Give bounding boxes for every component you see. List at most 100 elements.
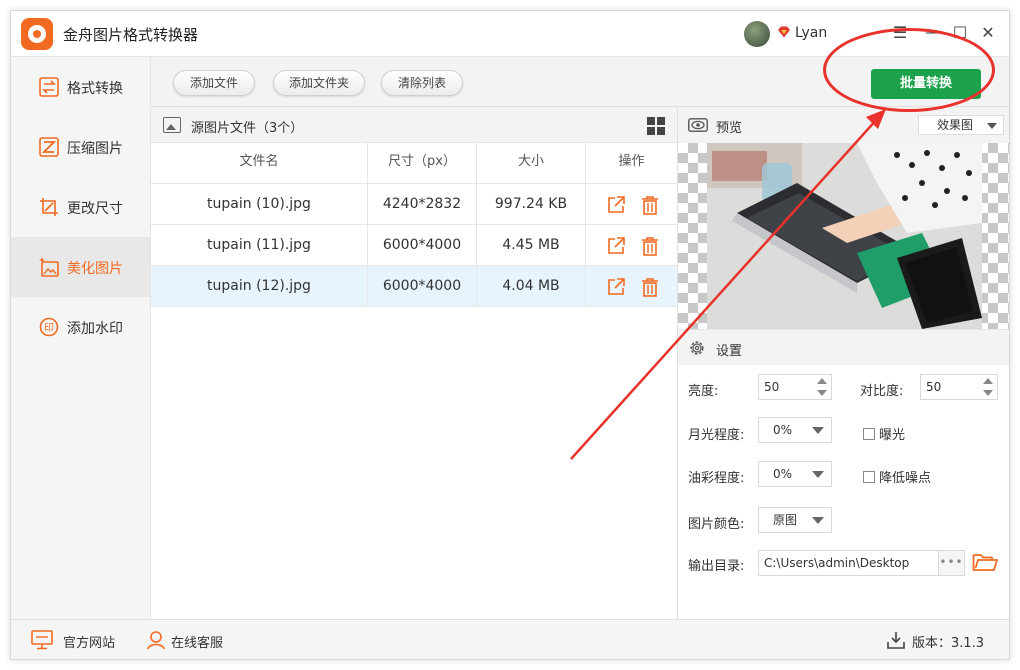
- row-actions: [586, 184, 677, 225]
- sidebar-item-format-convert[interactable]: 格式转换: [11, 57, 150, 117]
- add-folder-button[interactable]: 添加文件夹: [273, 70, 365, 96]
- contrast-value: 50: [926, 380, 942, 394]
- sidebar-item-watermark[interactable]: 印 添加水印: [11, 297, 150, 357]
- file-size: 4.45 MB: [477, 225, 586, 266]
- folder-icon[interactable]: [972, 551, 998, 573]
- preview-header: 预览 效果图: [678, 107, 1009, 143]
- status-bar: 官方网站 在线客服 版本：3.1.3: [11, 619, 1009, 659]
- moonlight-select[interactable]: 0%: [758, 417, 832, 443]
- file-name: tupain (12).jpg: [151, 266, 368, 307]
- file-dimensions: 6000*4000: [368, 266, 477, 307]
- format-convert-icon: [39, 77, 59, 97]
- settings-label: 设置: [716, 344, 743, 359]
- oil-label: 油彩程度:: [688, 471, 745, 486]
- delete-icon[interactable]: [640, 277, 660, 297]
- column-header: 文件名: [151, 143, 368, 183]
- color-select[interactable]: 原图: [758, 507, 832, 533]
- preview-mode-select[interactable]: 效果图: [918, 115, 1004, 135]
- username[interactable]: Lyan: [795, 25, 827, 41]
- toolbar: 添加文件 添加文件夹 清除列表 批量转换: [151, 57, 1009, 107]
- compress-icon: [39, 137, 59, 157]
- table-row[interactable]: tupain (10).jpg 4240*2832 997.24 KB: [151, 184, 677, 225]
- browse-more-button[interactable]: •••: [938, 551, 964, 575]
- maximize-button[interactable]: ☐: [947, 21, 973, 45]
- sidebar-item-label: 压缩图片: [67, 141, 123, 157]
- add-file-button[interactable]: 添加文件: [173, 70, 255, 96]
- beautify-icon: [39, 257, 59, 277]
- minimize-button[interactable]: —: [919, 21, 945, 45]
- sidebar: 格式转换 压缩图片 更改尺寸 美化图片 印 添加水印: [11, 57, 151, 619]
- files-header: 源图片文件（3个）: [151, 107, 677, 143]
- output-label: 输出目录:: [688, 559, 745, 574]
- table-row[interactable]: tupain (11).jpg 6000*4000 4.45 MB: [151, 225, 677, 266]
- open-external-icon[interactable]: [606, 236, 626, 256]
- batch-convert-button[interactable]: 批量转换: [871, 69, 981, 99]
- app-window: 金舟图片格式转换器 Lyan ☰ — ☐ ✕ 格式转换 压缩图片 更改尺寸 美化…: [10, 10, 1010, 660]
- column-header: 尺寸（px）: [368, 143, 477, 183]
- output-path-value: C:\Users\admin\Desktop: [764, 556, 910, 570]
- file-name: tupain (11).jpg: [151, 225, 368, 266]
- sidebar-item-label: 添加水印: [67, 321, 123, 337]
- sidebar-item-label: 更改尺寸: [67, 201, 123, 217]
- download-icon: [887, 632, 905, 649]
- menu-button[interactable]: ☰: [887, 21, 913, 45]
- preview-image: [707, 143, 982, 329]
- watermark-icon: 印: [39, 317, 59, 337]
- eye-icon: [688, 118, 708, 132]
- file-size: 997.24 KB: [477, 184, 586, 225]
- file-dimensions: 6000*4000: [368, 225, 477, 266]
- open-external-icon[interactable]: [606, 277, 626, 297]
- image-icon: [163, 117, 181, 133]
- sidebar-item-label: 美化图片: [67, 261, 123, 277]
- brightness-value: 50: [764, 380, 780, 394]
- sidebar-item-label: 格式转换: [67, 81, 123, 97]
- files-title: 源图片文件（3个）: [191, 121, 304, 136]
- exposure-label: 曝光: [879, 428, 906, 443]
- vip-diamond-icon: [778, 26, 790, 38]
- open-external-icon[interactable]: [606, 195, 626, 215]
- exposure-checkbox[interactable]: [863, 428, 875, 440]
- official-website-link[interactable]: 官方网站: [63, 632, 115, 651]
- sidebar-item-compress[interactable]: 压缩图片: [11, 117, 150, 177]
- resize-icon: [40, 198, 58, 216]
- clear-list-button[interactable]: 清除列表: [381, 70, 463, 96]
- row-actions: [586, 225, 677, 266]
- stepper-arrows-icon[interactable]: [983, 378, 993, 396]
- preview-photo-illustration: [707, 143, 982, 329]
- preview-canvas: [678, 143, 1009, 329]
- sidebar-item-beautify[interactable]: 美化图片: [11, 237, 150, 297]
- user-avatar[interactable]: [744, 21, 770, 47]
- monitor-icon: [31, 630, 53, 650]
- denoise-checkbox[interactable]: [863, 471, 875, 483]
- table-header: 文件名 尺寸（px） 大小 操作: [151, 143, 677, 184]
- contrast-stepper[interactable]: 50: [920, 374, 998, 400]
- preview-label: 预览: [716, 121, 743, 136]
- version-label: 版本：3.1.3: [912, 636, 985, 651]
- stepper-arrows-icon[interactable]: [817, 378, 827, 396]
- title-bar: 金舟图片格式转换器 Lyan ☰ — ☐ ✕: [11, 11, 1009, 57]
- close-button[interactable]: ✕: [975, 21, 1001, 45]
- brightness-label: 亮度:: [688, 384, 719, 399]
- support-agent-icon: [147, 631, 165, 650]
- online-support-link[interactable]: 在线客服: [171, 632, 223, 651]
- app-logo-icon: [21, 18, 53, 50]
- column-header: 大小: [477, 143, 586, 183]
- file-size: 4.04 MB: [477, 266, 586, 307]
- brightness-stepper[interactable]: 50: [758, 374, 832, 400]
- oil-select[interactable]: 0%: [758, 461, 832, 487]
- grid-view-icon[interactable]: [647, 117, 665, 135]
- denoise-label: 降低噪点: [879, 471, 932, 486]
- gear-icon: [690, 341, 704, 355]
- file-dimensions: 4240*2832: [368, 184, 477, 225]
- file-name: tupain (10).jpg: [151, 184, 368, 225]
- output-path-field[interactable]: C:\Users\admin\Desktop •••: [758, 550, 965, 576]
- sidebar-item-resize[interactable]: 更改尺寸: [11, 177, 150, 237]
- table-row[interactable]: tupain (12).jpg 6000*4000 4.04 MB: [151, 266, 677, 307]
- row-actions: [586, 266, 677, 307]
- svg-text:印: 印: [44, 322, 54, 334]
- delete-icon[interactable]: [640, 236, 660, 256]
- delete-icon[interactable]: [640, 195, 660, 215]
- app-title: 金舟图片格式转换器: [63, 26, 199, 44]
- contrast-label: 对比度:: [860, 384, 904, 399]
- color-label: 图片颜色:: [688, 517, 745, 532]
